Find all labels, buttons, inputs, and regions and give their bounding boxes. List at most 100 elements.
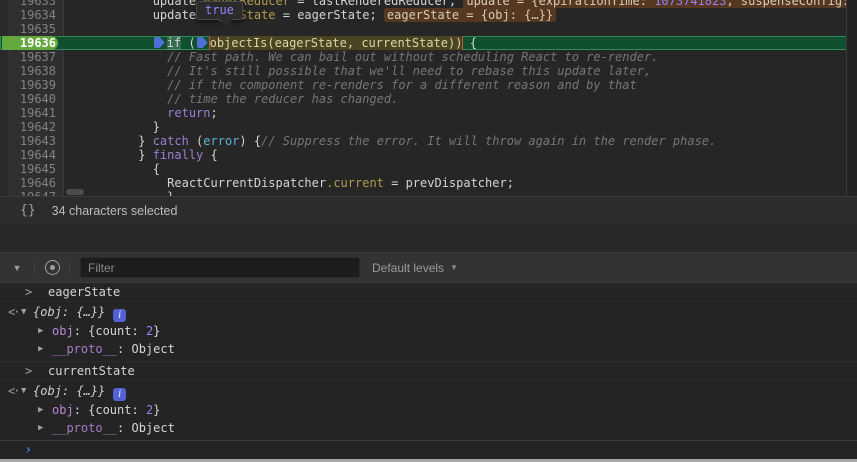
- console-result-row[interactable]: <· ▼ {obj: {…}} i: [0, 302, 857, 322]
- tree-token: __proto__: [52, 342, 118, 356]
- code-line[interactable]: 19639 // if the component re-renders for…: [0, 78, 857, 92]
- code-text[interactable]: } finally {: [64, 148, 846, 162]
- inline-breakpoint-marker[interactable]: [153, 37, 165, 48]
- line-number[interactable]: 19641: [0, 106, 64, 120]
- tree-token: obj: [52, 324, 74, 338]
- line-number-text: 19644: [19, 148, 56, 162]
- code-line[interactable]: 19646 ReactCurrentDispatcher.current = p…: [0, 176, 857, 190]
- code-text[interactable]: // Fast path. We can bail out without sc…: [64, 50, 846, 64]
- code-line[interactable]: 19633 update.eagerReducer = lastRendered…: [0, 0, 857, 8]
- code-text[interactable]: if (objectIs(eagerState, currentState)) …: [64, 36, 846, 50]
- line-number[interactable]: 19642: [0, 120, 64, 134]
- line-number[interactable]: 19645: [0, 162, 64, 176]
- collapse-triangle-icon[interactable]: ▼: [21, 302, 26, 322]
- line-number[interactable]: 19634: [0, 8, 64, 22]
- tree-token: :: [117, 421, 132, 435]
- code-token: ;: [210, 106, 218, 120]
- pretty-print-icon[interactable]: {}: [20, 203, 36, 218]
- console-collapse-caret-icon[interactable]: ▼: [0, 263, 34, 273]
- code-token: objectIs(eagerState, currentState)): [209, 36, 463, 50]
- code-text[interactable]: update.eagerReducer = lastRenderedReduce…: [64, 0, 846, 8]
- line-number[interactable]: 19640: [0, 92, 64, 106]
- code-line[interactable]: 19641 return;: [0, 106, 857, 120]
- code-line[interactable]: 19638 // It's still possible that we'll …: [0, 64, 857, 78]
- line-number[interactable]: 19639: [0, 78, 64, 92]
- object-preview[interactable]: {obj: {…}}: [33, 384, 105, 398]
- inline-breakpoint-marker[interactable]: [196, 37, 208, 48]
- line-number-text: 19647: [20, 190, 56, 196]
- code-text[interactable]: } catch (error) {// Suppress the error. …: [64, 134, 846, 148]
- expand-triangle-icon[interactable]: ▶: [38, 419, 43, 437]
- info-icon[interactable]: i: [113, 309, 127, 322]
- code-lines: 19633 update.eagerReducer = lastRendered…: [0, 0, 857, 196]
- code-line[interactable]: 19647 }: [0, 190, 857, 196]
- console-filter-input[interactable]: [80, 257, 360, 278]
- code-token: if: [166, 36, 182, 50]
- code-text[interactable]: // if the component re-renders for a dif…: [64, 78, 846, 92]
- code-text[interactable]: return;: [64, 106, 846, 120]
- console-input-row[interactable]: > currentState: [0, 362, 857, 381]
- code-line[interactable]: 19635: [0, 22, 857, 36]
- source-editor[interactable]: 19633 update.eagerReducer = lastRendered…: [0, 0, 857, 196]
- line-number[interactable]: 19647: [0, 190, 64, 196]
- line-number-text: 19640: [19, 92, 56, 106]
- code-text[interactable]: // It's still possible that we'll need t…: [64, 64, 846, 78]
- code-line[interactable]: 19636 if ( objectIs(eagerState, currentSt…: [0, 36, 857, 50]
- return-value-icon: <·: [8, 305, 21, 319]
- code-line[interactable]: 19642 }: [0, 120, 857, 134]
- line-number[interactable]: 19635: [0, 22, 64, 36]
- log-levels-dropdown[interactable]: Default levels ▼: [372, 261, 458, 275]
- collapse-triangle-icon[interactable]: ▼: [21, 381, 26, 401]
- console-input-text: currentState: [48, 364, 135, 378]
- console-prompt-chevron-icon: ›: [24, 442, 33, 458]
- code-line[interactable]: 19643 } catch (error) {// Suppress the e…: [0, 134, 857, 148]
- line-number[interactable]: 19646: [0, 176, 64, 190]
- console-result-row[interactable]: <· ▼ {obj: {…}} i: [0, 381, 857, 401]
- code-text[interactable]: update.eagerState = eagerState; eagerSta…: [64, 8, 846, 22]
- code-text[interactable]: }: [64, 190, 846, 196]
- code-text[interactable]: {: [64, 162, 846, 176]
- code-text[interactable]: }: [64, 120, 846, 134]
- line-number[interactable]: 19633: [0, 0, 64, 8]
- line-number[interactable]: 19636: [0, 36, 64, 50]
- tree-row[interactable]: ▶ __proto__: Object: [0, 340, 857, 358]
- code-text[interactable]: [64, 22, 846, 36]
- expand-triangle-icon[interactable]: ▶: [38, 340, 43, 358]
- line-number[interactable]: 19643: [0, 134, 64, 148]
- code-line[interactable]: 19637 // Fast path. We can bail out with…: [0, 50, 857, 64]
- tree-row[interactable]: ▶ __proto__: Object: [0, 419, 857, 437]
- editor-horizontal-scrollbar-thumb[interactable]: [66, 189, 84, 195]
- tree-row[interactable]: ▶ obj: {count: 2}: [0, 322, 857, 340]
- value-tooltip: true: [196, 1, 243, 26]
- live-expression-eye-icon[interactable]: [35, 260, 69, 275]
- code-token: }: [66, 134, 153, 148]
- log-levels-label: Default levels: [372, 260, 445, 275]
- object-preview[interactable]: {obj: {…}}: [33, 305, 105, 319]
- code-text[interactable]: // time the reducer has changed.: [64, 92, 846, 106]
- expand-triangle-icon[interactable]: ▶: [38, 401, 43, 419]
- tree-row[interactable]: ▶ obj: {count: 2}: [0, 401, 857, 419]
- editor-vertical-scrollbar[interactable]: [846, 0, 857, 196]
- code-token: }: [66, 148, 153, 162]
- code-line[interactable]: 19645 {: [0, 162, 857, 176]
- line-number[interactable]: 19638: [0, 64, 64, 78]
- code-line[interactable]: 19640 // time the reducer has changed.: [0, 92, 857, 106]
- info-icon[interactable]: i: [113, 388, 127, 401]
- line-number[interactable]: 19637: [0, 50, 64, 64]
- console-input-row[interactable]: > eagerState: [0, 283, 857, 302]
- code-text[interactable]: ReactCurrentDispatcher.current = prevDis…: [64, 176, 846, 190]
- expand-triangle-icon[interactable]: ▶: [38, 322, 43, 340]
- code-token: (: [181, 36, 196, 50]
- code-token: .current: [326, 176, 384, 190]
- code-token: // It's still possible that we'll need t…: [66, 64, 652, 78]
- console-messages[interactable]: > eagerState <· ▼ {obj: {…}} i ▶ obj: {count: 2…: [0, 283, 857, 440]
- code-token: }: [66, 120, 160, 134]
- code-token: {: [203, 148, 218, 162]
- line-number[interactable]: 19644: [0, 148, 64, 162]
- code-line[interactable]: 19644 } finally {: [0, 148, 857, 162]
- tree-token: }: [153, 403, 161, 417]
- selected-expression[interactable]: objectIs(eagerState, currentState)): [209, 36, 463, 50]
- console-prompt[interactable]: ›: [0, 440, 857, 459]
- line-number-text: 19643: [19, 134, 56, 148]
- code-line[interactable]: 19634 update.eagerState = eagerState; ea…: [0, 8, 857, 22]
